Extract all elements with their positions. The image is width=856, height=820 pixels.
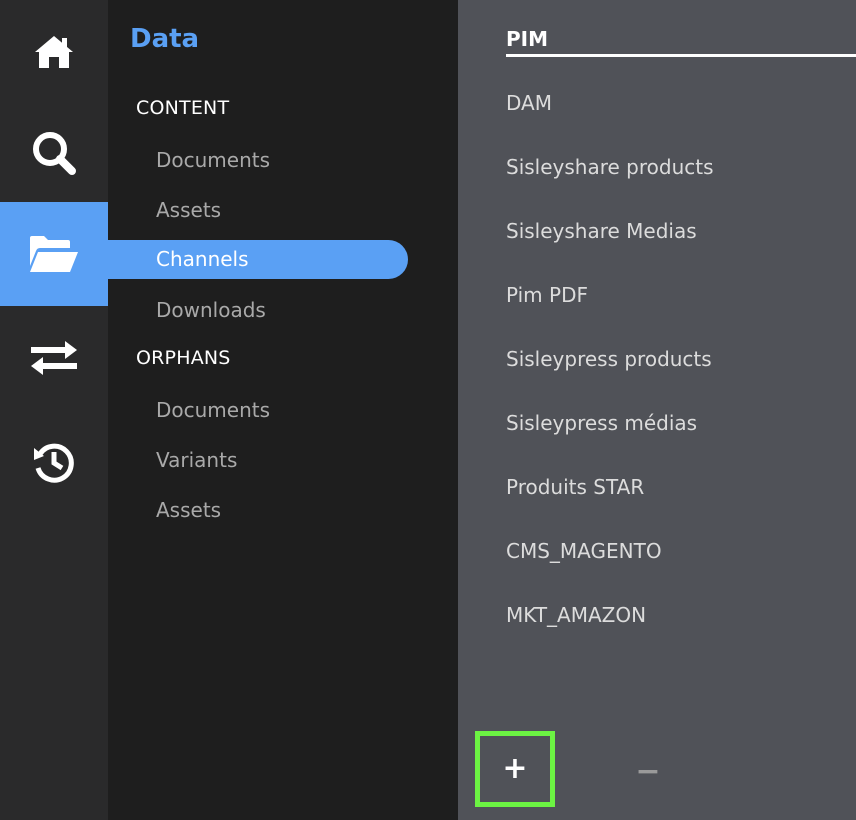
history-icon	[32, 440, 76, 484]
channel-item-cms-magento[interactable]: CMS_MAGENTO	[506, 538, 662, 564]
add-channel-button[interactable]: +	[475, 731, 555, 807]
panel-title: Data	[130, 24, 200, 54]
tree-item-orphan-assets[interactable]: Assets	[156, 497, 221, 523]
icon-rail	[0, 0, 108, 820]
search-button[interactable]	[0, 101, 108, 205]
channel-list-panel: PIM DAM Sisleyshare products Sisleyshare…	[458, 0, 856, 820]
section-content: CONTENT	[136, 97, 230, 119]
channel-item-dam[interactable]: DAM	[506, 90, 552, 116]
section-orphans: ORPHANS	[136, 347, 231, 369]
tree-item-channels[interactable]: Channels	[108, 240, 408, 279]
channel-item-sisleyshare-products[interactable]: Sisleyshare products	[506, 154, 714, 180]
transfer-button[interactable]	[0, 306, 108, 410]
channel-item-sisleypress-medias[interactable]: Sisleypress médias	[506, 410, 697, 436]
tree-item-assets[interactable]: Assets	[156, 197, 221, 223]
channel-item-pim[interactable]: PIM	[506, 26, 548, 52]
data-tree-panel: Data CONTENT Documents Assets Channels D…	[108, 0, 458, 820]
channel-item-produits-star[interactable]: Produits STAR	[506, 474, 644, 500]
home-button[interactable]	[0, 0, 108, 104]
plus-icon: +	[502, 751, 528, 786]
search-icon	[31, 130, 77, 176]
transfer-icon	[29, 340, 79, 376]
data-button[interactable]	[0, 202, 108, 306]
tree-item-orphan-documents[interactable]: Documents	[156, 397, 270, 423]
tree-item-channels-label: Channels	[156, 247, 249, 271]
channel-item-sisleyshare-medias[interactable]: Sisleyshare Medias	[506, 218, 697, 244]
folder-open-icon	[28, 234, 80, 274]
channel-item-mkt-amazon[interactable]: MKT_AMAZON	[506, 602, 646, 628]
channel-item-sisleypress-products[interactable]: Sisleypress products	[506, 346, 712, 372]
channel-item-pim-pdf[interactable]: Pim PDF	[506, 282, 588, 308]
home-icon	[33, 34, 75, 70]
tree-item-documents[interactable]: Documents	[156, 147, 270, 173]
minus-icon: −	[635, 754, 661, 789]
tree-item-orphan-variants[interactable]: Variants	[156, 447, 237, 473]
remove-channel-button[interactable]: −	[628, 752, 668, 792]
tree-item-downloads[interactable]: Downloads	[156, 297, 266, 323]
selected-underline	[506, 54, 856, 57]
history-button[interactable]	[0, 410, 108, 514]
